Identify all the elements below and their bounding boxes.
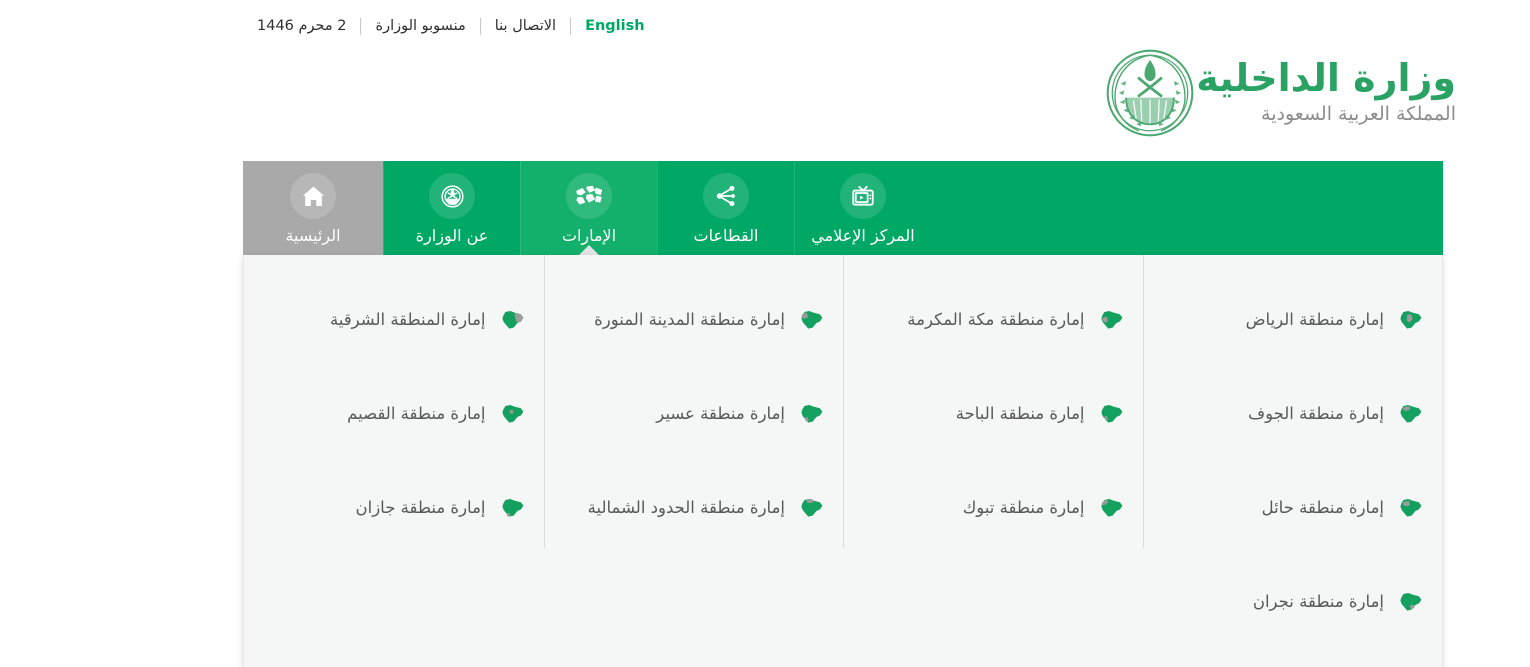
topbar-link-contact[interactable]: الاتصال بنا [481,14,570,38]
hijri-date: 2 محرم 1446 [257,18,347,34]
emblem-icon [429,173,475,219]
emirate-item[interactable]: إمارة منطقة عسير [545,367,844,461]
emirate-item[interactable]: إمارة منطقة مكة المكرمة [844,273,1143,367]
saudi-map-icon [801,499,823,517]
topbar-divider [479,17,481,35]
emirate-label: إمارة منطقة جازان [355,498,486,517]
tv-media-icon [840,173,886,219]
saudi-map-icon [501,311,523,329]
saudi-map-icon [1100,405,1122,423]
map-regions-icon [566,173,612,219]
language-switch-english[interactable]: English [571,14,645,38]
emirate-item[interactable]: إمارة منطقة الباحة [844,367,1143,461]
main-navigation: المركز الإعلامي القطاعات الإمارات عن الو… [243,161,1443,256]
emirate-label: إمارة منطقة عسير [656,404,785,423]
emirate-label: إمارة منطقة حائل [1261,498,1384,517]
emirate-item[interactable]: إمارة المنطقة الشرقية [244,273,544,367]
nav-item-label: القطاعات [693,226,759,245]
nav-item-media-center[interactable]: المركز الإعلامي [794,161,931,255]
saudi-emblem-icon [1106,49,1194,137]
nav-item-about-ministry[interactable]: عن الوزارة [383,161,520,255]
saudi-map-icon [1400,405,1422,423]
emirate-item[interactable]: إمارة منطقة القصيم [244,367,544,461]
emirate-item[interactable]: إمارة منطقة المدينة المنورة [545,273,844,367]
topbar-link-staff[interactable]: منسوبو الوزارة [361,14,479,38]
emirate-label: إمارة منطقة المدينة المنورة [594,310,785,329]
emirate-item[interactable]: إمارة منطقة الحدود الشمالية [545,461,844,555]
emirate-label: إمارة منطقة الرياض [1245,310,1384,329]
emirates-column: إمارة منطقة الرياض إمارة منطقة الجوف إما… [1142,255,1443,667]
emirate-item[interactable]: إمارة منطقة حائل [1144,461,1443,555]
saudi-map-icon [1100,499,1122,517]
page-root: English الاتصال بنا منسوبو الوزارة 2 محر… [0,0,1530,667]
nav-item-sectors[interactable]: القطاعات [657,161,794,255]
saudi-map-icon [1400,593,1422,611]
emirate-label: إمارة منطقة القصيم [347,404,486,423]
emirate-label: إمارة المنطقة الشرقية [329,310,486,329]
emirate-label: إمارة منطقة نجران [1252,592,1384,611]
nav-item-label: عن الوزارة [415,226,489,245]
logo-title: وزارة الداخلية [1196,56,1456,100]
emirate-label: إمارة منطقة تبوك [962,498,1085,517]
emirate-label: إمارة منطقة الحدود الشمالية [587,498,785,517]
nav-item-label: المركز الإعلامي [811,226,915,245]
logo-subtitle: المملكة العربية السعودية [1261,103,1456,125]
emirate-label: إمارة منطقة الجوف [1248,404,1384,423]
emirates-column: إمارة المنطقة الشرقية إمارة منطقة القصيم… [244,255,544,667]
emirate-item[interactable]: إمارة منطقة تبوك [844,461,1143,555]
topbar-divider [360,17,362,35]
saudi-map-icon [1100,311,1122,329]
nav-item-label: الرئيسية [285,226,341,245]
emirates-column: إمارة منطقة مكة المكرمة إمارة منطقة البا… [843,255,1143,667]
emirate-item[interactable]: إمارة منطقة جازان [244,461,544,555]
emirate-item[interactable]: إمارة منطقة الرياض [1144,273,1443,367]
emirates-column: إمارة منطقة المدينة المنورة إمارة منطقة … [543,255,844,667]
nav-item-home[interactable]: الرئيسية [243,161,383,255]
emirates-dropdown-panel: إمارة منطقة الرياض إمارة منطقة الجوف إما… [243,255,1443,667]
saudi-map-icon [1400,499,1422,517]
emirate-label: إمارة منطقة مكة المكرمة [907,310,1085,329]
topbar-divider [570,17,572,35]
home-icon [290,173,336,219]
saudi-map-icon [801,405,823,423]
saudi-map-icon [801,311,823,329]
share-nodes-icon [703,173,749,219]
site-logo[interactable]: وزارة الداخلية المملكة العربية السعودية [1104,45,1468,141]
nav-item-emirates[interactable]: الإمارات [520,161,657,256]
emirate-label: إمارة منطقة الباحة [955,404,1085,423]
nav-item-label: الإمارات [561,226,617,245]
emirate-item[interactable]: إمارة منطقة نجران [1144,555,1443,649]
saudi-map-icon [501,499,523,517]
emirate-item[interactable]: إمارة منطقة الجوف [1144,367,1443,461]
saudi-map-icon [1400,311,1422,329]
saudi-map-icon [501,405,523,423]
